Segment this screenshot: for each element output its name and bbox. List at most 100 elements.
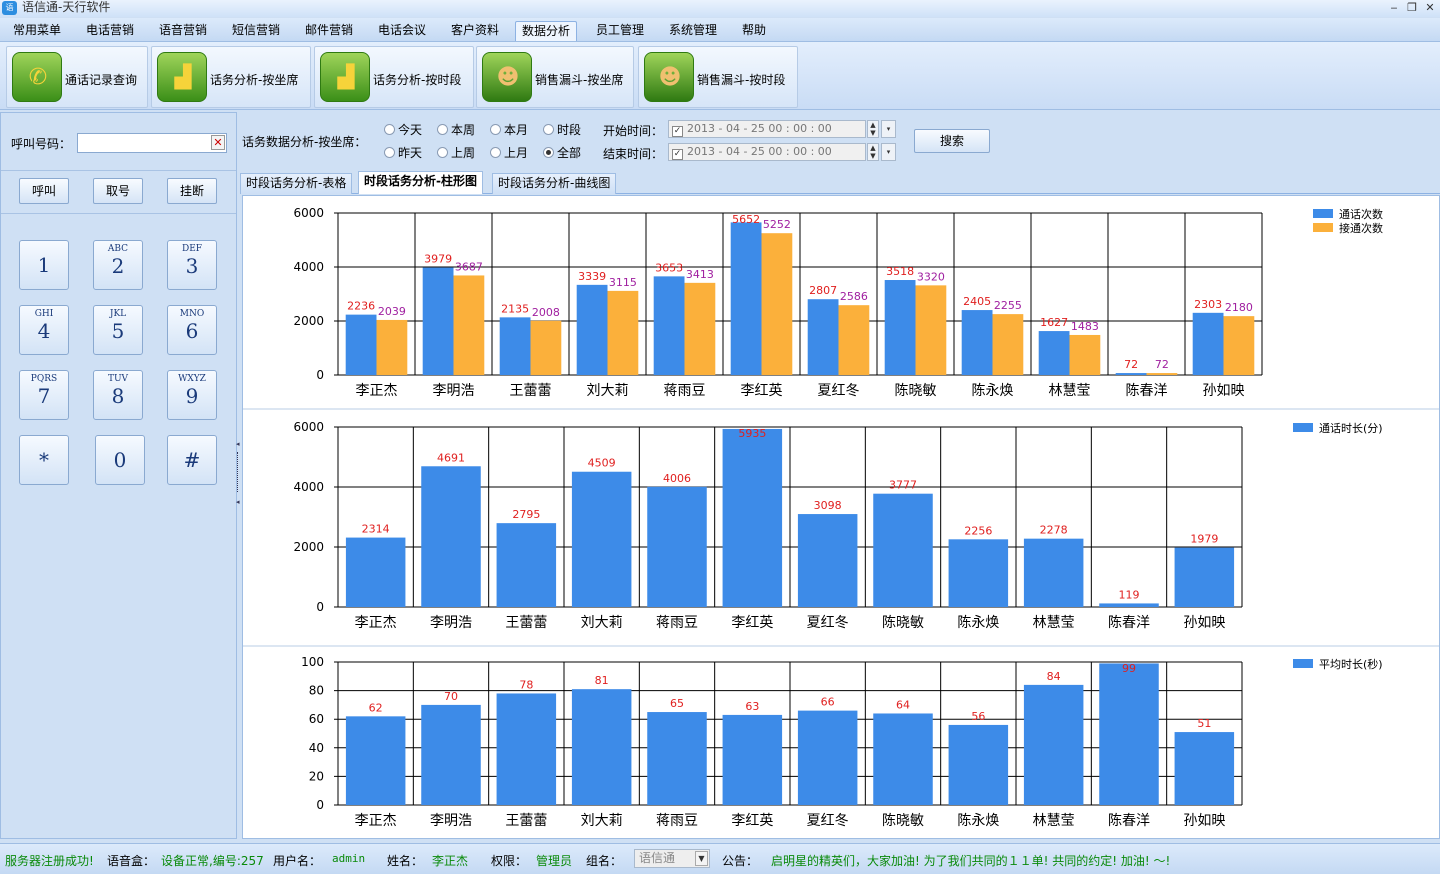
key-3[interactable]: DEF 3 <box>167 240 217 290</box>
hangup-button[interactable]: 挂断 <box>167 178 217 204</box>
radio-last-month[interactable]: 上月 <box>490 144 528 161</box>
x-tick-label: 李明浩 <box>430 813 472 829</box>
number-input[interactable] <box>77 133 227 153</box>
group-select[interactable]: 语信通 ▼ <box>634 849 710 868</box>
start-time-picker[interactable]: ✓ 2013 - 04 - 25 00 : 00 : 00 <box>668 120 866 138</box>
tab-table[interactable]: 时段话务分析-表格 <box>240 173 353 194</box>
key-star[interactable]: * <box>19 435 69 485</box>
key-6[interactable]: MNO 6 <box>167 305 217 355</box>
key-7[interactable]: PQRS 7 <box>19 370 69 420</box>
menu-item-help[interactable]: 帮助 <box>736 21 772 41</box>
people-icon: ☻ <box>644 52 694 102</box>
spin-icon[interactable]: ▲ ▼ <box>867 143 879 161</box>
bar <box>1099 603 1159 607</box>
data-label: 4006 <box>663 472 691 485</box>
checkbox-icon[interactable]: ✓ <box>672 126 683 137</box>
data-label: 3115 <box>609 276 637 289</box>
radio-period[interactable]: 时段 <box>543 121 581 138</box>
dropdown-icon[interactable]: ▾ <box>881 143 896 161</box>
menu-item-email-marketing[interactable]: 邮件营销 <box>299 21 359 41</box>
key-0[interactable]: 0 <box>95 435 145 485</box>
data-label: 66 <box>821 696 835 709</box>
x-tick-label: 王蕾蕾 <box>505 615 547 631</box>
end-time-picker[interactable]: ✓ 2013 - 04 - 25 00 : 00 : 00 <box>668 143 866 161</box>
bar <box>576 284 608 375</box>
charts-canvas: 0200040006000223639792135333936535652280… <box>243 206 1439 829</box>
data-label: 2405 <box>963 295 991 308</box>
menu-item-staff[interactable]: 员工管理 <box>590 21 650 41</box>
radio-this-week[interactable]: 本周 <box>437 121 475 138</box>
maximize-icon[interactable]: ❐ <box>1404 1 1420 14</box>
y-tick-label: 6000 <box>293 206 324 220</box>
radio-this-month[interactable]: 本月 <box>490 121 528 138</box>
x-tick-label: 李红英 <box>741 382 783 399</box>
voice-box-label: 语音盒： <box>107 854 156 868</box>
key-5[interactable]: JKL 5 <box>93 305 143 355</box>
search-button[interactable]: 搜索 <box>914 129 990 153</box>
x-tick-label: 蒋雨豆 <box>656 615 698 631</box>
menu-item-voice-marketing[interactable]: 语音营销 <box>153 21 213 41</box>
funnel-by-agent-button[interactable]: ☻ 销售漏斗-按坐席 <box>476 46 634 108</box>
key-digit: 0 <box>113 448 127 472</box>
data-label: 78 <box>519 678 533 691</box>
traffic-by-agent-button[interactable]: ▟ 话务分析-按坐席 <box>151 46 311 108</box>
phone-call-icon: ✆ <box>12 52 62 102</box>
key-4[interactable]: GHI 4 <box>19 305 69 355</box>
x-tick-label: 陈春洋 <box>1108 812 1150 829</box>
call-record-query-button[interactable]: ✆ 通话记录查询 <box>6 46 148 108</box>
checkbox-icon[interactable]: ✓ <box>672 149 683 160</box>
y-tick-label: 60 <box>309 712 324 726</box>
radio-yesterday[interactable]: 昨天 <box>384 144 422 161</box>
bar <box>530 320 562 375</box>
menu-item-phone-marketing[interactable]: 电话营销 <box>80 21 140 41</box>
panel-splitter[interactable]: ◂ ◂ <box>236 440 241 510</box>
key-8[interactable]: TUV 8 <box>93 370 143 420</box>
notice-label: 公告： <box>722 854 759 868</box>
menu-item-conference[interactable]: 电话会议 <box>372 21 432 41</box>
radio-last-week[interactable]: 上周 <box>437 144 475 161</box>
clear-icon[interactable]: ✕ <box>211 135 225 150</box>
key-digit: 2 <box>111 254 125 278</box>
x-tick-label: 陈永焕 <box>957 812 999 829</box>
data-label: 62 <box>369 701 383 714</box>
app-icon: 语 <box>2 1 17 15</box>
legend-swatch <box>1293 659 1313 668</box>
traffic-by-period-button[interactable]: ▟ 话务分析-按时段 <box>314 46 474 108</box>
data-label: 4691 <box>437 451 465 464</box>
funnel-by-period-button[interactable]: ☻ 销售漏斗-按时段 <box>638 46 798 108</box>
bar <box>722 428 783 607</box>
menu-item-customers[interactable]: 客户资料 <box>445 21 505 41</box>
pickup-button[interactable]: 取号 <box>93 178 143 204</box>
key-1[interactable]: 1 <box>19 240 69 290</box>
tab-bar-chart[interactable]: 时段话务分析-柱形图 <box>358 171 483 194</box>
data-label: 5252 <box>763 218 791 231</box>
key-9[interactable]: WXYZ 9 <box>167 370 217 420</box>
chevron-down-icon[interactable]: ▼ <box>695 851 708 866</box>
bar <box>1174 732 1235 805</box>
radio-circle <box>543 147 554 158</box>
y-tick-label: 100 <box>301 655 324 669</box>
data-label: 4509 <box>588 457 616 470</box>
radio-all[interactable]: 全部 <box>543 144 581 161</box>
close-icon[interactable]: ✕ <box>1422 1 1438 14</box>
spin-icon[interactable]: ▲ ▼ <box>867 120 879 138</box>
x-tick-label: 蒋雨豆 <box>656 813 698 829</box>
menu-item-system[interactable]: 系统管理 <box>663 21 723 41</box>
radio-today[interactable]: 今天 <box>384 121 422 138</box>
key-2[interactable]: ABC 2 <box>93 240 143 290</box>
data-label: 2039 <box>378 305 406 318</box>
tab-line-chart[interactable]: 时段话务分析-曲线图 <box>492 173 617 194</box>
name-label: 姓名： <box>387 854 424 868</box>
menu-item-common[interactable]: 常用菜单 <box>7 21 67 41</box>
bar <box>722 714 783 805</box>
call-button[interactable]: 呼叫 <box>19 178 69 204</box>
key-hash[interactable]: # <box>167 435 217 485</box>
menu-item-data-analysis[interactable]: 数据分析 <box>515 21 578 41</box>
radio-circle <box>543 124 554 135</box>
ribbon-toolbar: ✆ 通话记录查询 ▟ 话务分析-按坐席 ▟ 话务分析-按时段 ☻ 销售漏斗-按坐… <box>0 42 1440 110</box>
x-tick-label: 陈春洋 <box>1126 382 1168 399</box>
bar <box>376 319 408 375</box>
dropdown-icon[interactable]: ▾ <box>881 120 896 138</box>
menu-item-sms-marketing[interactable]: 短信营销 <box>226 21 286 41</box>
minimize-icon[interactable]: ‒ <box>1386 1 1402 14</box>
